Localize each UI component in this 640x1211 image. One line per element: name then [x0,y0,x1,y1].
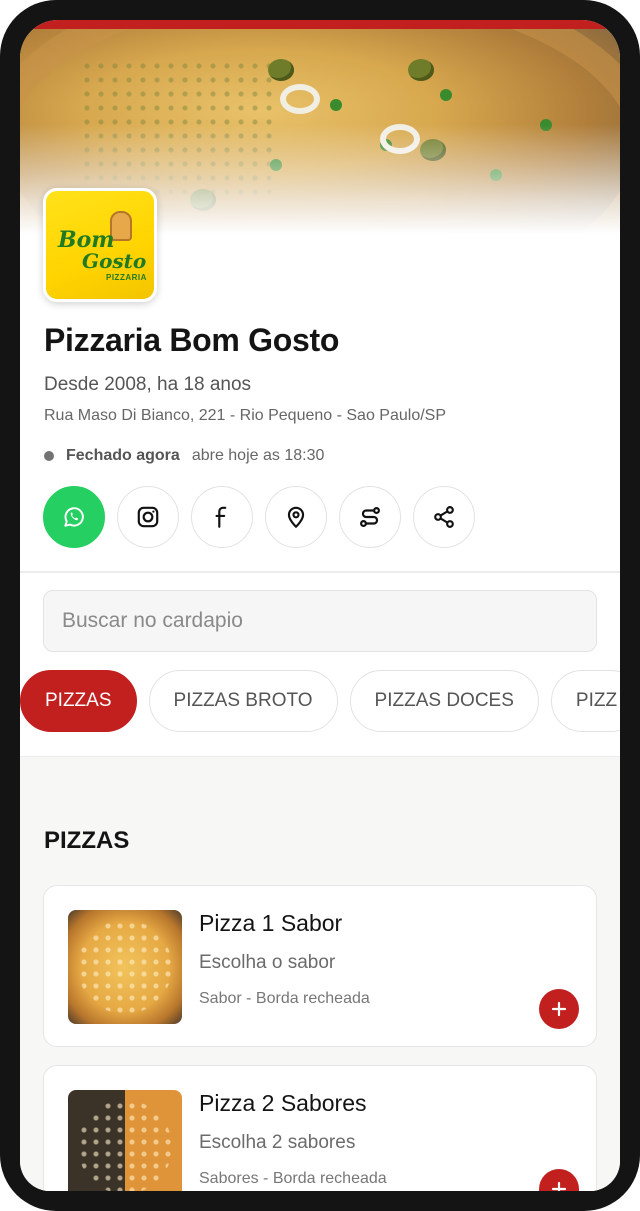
add-item-button[interactable] [539,989,579,1029]
app-screen: Bom Gosto PIZZARIA Pizzaria Bom Gosto De… [20,20,620,1191]
whatsapp-button[interactable] [43,486,105,548]
status-detail: abre hoje as 18:30 [191,447,325,464]
opening-status: Fechado agora abre hoje as 18:30 [44,447,324,465]
category-tabs: PIZZAS PIZZAS BROTO PIZZAS DOCES PIZZ [20,670,620,732]
menu-section: PIZZAS Pizza 1 Sabor Escolha o sabor Sab… [20,757,620,1191]
top-accent-bar [20,20,620,29]
route-icon [360,507,380,527]
item-subtitle: Escolha o sabor [199,952,336,973]
menu-item-card[interactable]: Pizza 1 Sabor Escolha o sabor Sabor - Bo… [43,885,597,1047]
item-description: Sabores - Borda recheada [199,1170,387,1187]
instagram-button[interactable] [117,486,179,548]
whatsapp-icon [64,507,84,527]
plus-icon [551,1001,567,1017]
founded-since: Desde 2008, ha 18 anos [44,374,252,395]
pizza-thumbnail [68,910,182,1024]
facebook-button[interactable] [191,486,253,548]
share-button[interactable] [413,486,475,548]
menu-item-card[interactable]: Pizza 2 Sabores Escolha 2 sabores Sabore… [43,1065,597,1191]
restaurant-logo: Bom Gosto PIZZARIA [43,188,157,302]
add-item-button[interactable] [539,1169,579,1191]
share-icon [434,506,454,528]
location-button[interactable] [265,486,327,548]
section-title: PIZZAS [44,827,130,854]
instagram-icon [137,506,159,528]
category-tab-pizzas[interactable]: PIZZAS [20,670,137,732]
category-tab-partial[interactable]: PIZZ [550,670,620,732]
item-title: Pizza 2 Sabores [199,1090,367,1116]
plus-icon [551,1181,567,1191]
item-subtitle: Escolha 2 sabores [199,1132,356,1153]
pizza-thumbnail [68,1090,182,1191]
action-buttons [43,486,475,548]
item-description: Sabor - Borda recheada [199,990,370,1007]
restaurant-name: Pizzaria Bom Gosto [44,322,340,358]
phone-frame: Bom Gosto PIZZARIA Pizzaria Bom Gosto De… [0,0,640,1211]
menu-search-input[interactable] [43,590,597,652]
location-pin-icon [287,506,305,528]
status-label: Fechado agora [66,447,180,464]
item-title: Pizza 1 Sabor [199,910,343,936]
facebook-icon [215,506,227,528]
status-dot-icon [44,451,54,461]
route-button[interactable] [339,486,401,548]
restaurant-address: Rua Maso Di Bianco, 221 - Rio Pequeno - … [44,407,447,424]
category-tab-pizzas-doces[interactable]: PIZZAS DOCES [349,670,539,732]
category-tab-pizzas-broto[interactable]: PIZZAS BROTO [148,670,338,732]
divider [20,571,620,573]
